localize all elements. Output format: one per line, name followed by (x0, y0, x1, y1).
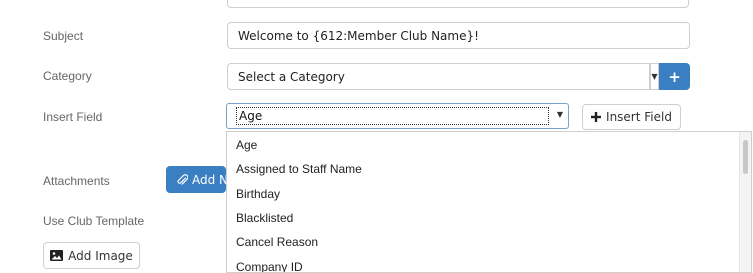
chevron-down-icon: ▼ (651, 72, 658, 81)
option-birthday[interactable]: Birthday (236, 187, 280, 201)
category-selected: Select a Category (238, 69, 345, 84)
subject-value: Welcome to {612:Member Club Name}! (238, 28, 479, 43)
option-age[interactable]: Age (236, 138, 257, 152)
category-label: Category (43, 69, 92, 83)
option-assigned-to-staff-name[interactable]: Assigned to Staff Name (236, 162, 362, 176)
insert-field-focus-box: Age (236, 107, 549, 125)
option-blacklisted[interactable]: Blacklisted (236, 211, 293, 225)
option-cancel-reason[interactable]: Cancel Reason (236, 235, 318, 249)
insert-field-button[interactable]: Insert Field (582, 104, 681, 130)
option-company-id[interactable]: Company ID (236, 260, 303, 272)
add-attachment-button[interactable]: Add N (166, 166, 226, 193)
insert-field-options-list: Age Assigned to Staff Name Birthday Blac… (226, 131, 752, 273)
paperclip-icon (176, 173, 188, 186)
plus-icon (591, 112, 602, 122)
insert-field-selected: Age (239, 109, 263, 123)
club-template-label: Use Club Template (43, 214, 145, 228)
insert-field-select[interactable]: Age ▼ (226, 103, 569, 129)
add-image-label: Add Image (68, 248, 133, 263)
subject-label: Subject (43, 29, 84, 43)
previous-field-edge (227, 0, 689, 8)
dropdown-scrollbar[interactable] (739, 132, 751, 272)
add-attachment-label: Add N (192, 172, 226, 187)
category-dropdown-arrow[interactable]: ▼ (650, 63, 659, 90)
insert-field-label: Insert Field (43, 110, 103, 124)
attachments-label: Attachments (43, 174, 110, 188)
plus-icon: + (668, 67, 681, 86)
subject-input[interactable]: Welcome to {612:Member Club Name}! (227, 22, 690, 49)
scrollbar-thumb[interactable] (743, 140, 748, 174)
image-icon (50, 250, 64, 261)
insert-field-button-label: Insert Field (606, 110, 672, 124)
add-image-button[interactable]: Add Image (43, 242, 140, 269)
add-category-button[interactable]: + (659, 63, 690, 90)
chevron-down-icon: ▼ (556, 110, 563, 119)
category-select[interactable]: Select a Category (227, 63, 650, 90)
